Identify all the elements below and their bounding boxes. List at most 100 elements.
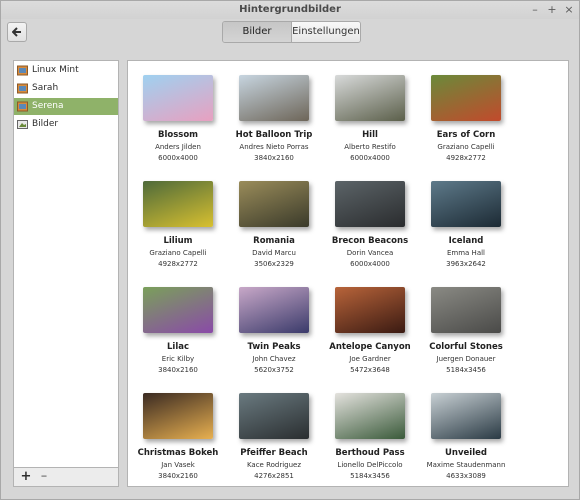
wallpaper-thumbnail[interactable] — [431, 75, 501, 121]
wallpaper-item[interactable]: Lilac Eric Kilby 3840x2160 — [130, 287, 226, 387]
wallpaper-name: Ears of Corn — [436, 130, 496, 140]
wallpaper-name: Lilium — [163, 236, 193, 246]
title-bar[interactable]: Hintergrundbilder – + × — [1, 1, 579, 19]
wallpaper-thumbnail[interactable] — [335, 181, 405, 227]
wallpaper-thumbnail[interactable] — [239, 393, 309, 439]
wallpaper-name: Hill — [362, 130, 378, 140]
wallpaper-resolution: 4928x2772 — [446, 154, 486, 162]
wallpaper-item[interactable]: Berthoud Pass Lionello DelPiccolo 5184x345… — [322, 393, 418, 493]
wallpaper-thumbnail[interactable] — [143, 181, 213, 227]
remove-folder-button[interactable]: – — [36, 469, 52, 485]
wallpaper-thumbnail[interactable] — [239, 75, 309, 121]
wallpaper-item[interactable]: Unveiled Maxime Staudenmann 4633x3089 — [418, 393, 514, 493]
wallpaper-author: David Marcu — [252, 249, 296, 257]
maximize-button[interactable]: + — [545, 3, 559, 17]
window-title: Hintergrundbilder — [239, 4, 341, 15]
wallpaper-name: Antelope Canyon — [329, 342, 411, 352]
sidebar-item[interactable]: Serena — [14, 98, 118, 115]
wallpaper-author: Dorin Vancea — [346, 249, 394, 257]
image-folder-icon — [17, 119, 28, 130]
arrow-left-icon — [12, 27, 21, 37]
wallpaper-item[interactable]: Colorful Stones Juergen Donauer 5184x3456 — [418, 287, 514, 387]
sidebar-item-label: Bilder — [32, 119, 59, 129]
wallpaper-name: Lilac — [166, 342, 190, 352]
wallpaper-thumbnail[interactable] — [143, 75, 213, 121]
folder-icon — [17, 83, 28, 94]
tab-einstellungen[interactable]: Einstellungen — [291, 22, 360, 42]
toolbar: Bilder Einstellungen — [1, 19, 579, 49]
wallpaper-author: Anders Jilden — [155, 143, 201, 151]
wallpaper-name: Romania — [253, 236, 295, 246]
back-button[interactable] — [7, 22, 27, 42]
wallpaper-item[interactable]: Twin Peaks John Chavez 5620x3752 — [226, 287, 322, 387]
wallpaper-resolution: 6000x4000 — [350, 260, 390, 268]
wallpaper-item[interactable]: Brecon Beacons Dorin Vancea 6000x4000 — [322, 181, 418, 281]
close-button[interactable]: × — [562, 3, 576, 17]
wallpaper-author: Joe Gardner — [349, 355, 391, 363]
wallpaper-name: Blossom — [157, 130, 199, 140]
wallpaper-name: Unveiled — [445, 448, 487, 458]
wallpaper-item[interactable]: Blossom Anders Jilden 6000x4000 — [130, 75, 226, 175]
wallpaper-thumbnail[interactable] — [431, 181, 501, 227]
wallpaper-item[interactable]: Hot Balloon Trip Andres Nieto Porras 3840x… — [226, 75, 322, 175]
wallpaper-author: John Chavez — [252, 355, 296, 363]
wallpaper-gallery: Blossom Anders Jilden 6000x4000 Hot Balloon… — [127, 60, 569, 487]
wallpaper-author: Alberto Restifo — [344, 143, 396, 151]
wallpaper-resolution: 3506x2329 — [254, 260, 294, 268]
collection-sidebar: Linux Mint Sarah Serena Bilder — [13, 60, 119, 487]
wallpaper-author: Eric Kilby — [161, 355, 195, 363]
minimize-button[interactable]: – — [528, 3, 542, 17]
wallpaper-item[interactable]: Ears of Corn Graziano Capelli 4928x2772 — [418, 75, 514, 175]
wallpaper-item[interactable]: Iceland Emma Hall 3963x2642 — [418, 181, 514, 281]
sidebar-item[interactable]: Linux Mint — [14, 62, 118, 79]
wallpaper-name: Hot Balloon Trip — [235, 130, 313, 140]
sidebar-item[interactable]: Bilder — [14, 116, 118, 133]
wallpaper-resolution: 3840x2160 — [254, 154, 294, 162]
wallpaper-author: Andres Nieto Porras — [239, 143, 309, 151]
sidebar-item-label: Serena — [32, 101, 64, 111]
wallpaper-author: Kace Rodriguez — [246, 461, 302, 469]
wallpaper-thumbnail[interactable] — [143, 287, 213, 333]
wallpaper-name: Berthoud Pass — [335, 448, 405, 458]
wallpaper-resolution: 5620x3752 — [254, 366, 294, 374]
sidebar-item-label: Sarah — [32, 83, 59, 93]
backgrounds-window: Hintergrundbilder – + × Bilder Einstellu… — [0, 0, 580, 500]
folder-icon — [17, 65, 28, 76]
wallpaper-item[interactable]: Romania David Marcu 3506x2329 — [226, 181, 322, 281]
wallpaper-name: Christmas Bokeh — [137, 448, 219, 458]
wallpaper-name: Brecon Beacons — [331, 236, 409, 246]
wallpaper-thumbnail[interactable] — [431, 393, 501, 439]
wallpaper-thumbnail[interactable] — [239, 181, 309, 227]
wallpaper-item[interactable]: Antelope Canyon Joe Gardner 5472x3648 — [322, 287, 418, 387]
sidebar-item[interactable]: Sarah — [14, 80, 118, 97]
wallpaper-item[interactable]: Pfeiffer Beach Kace Rodriguez 4276x2851 — [226, 393, 322, 493]
wallpaper-thumbnail[interactable] — [335, 393, 405, 439]
wallpaper-resolution: 4276x2851 — [254, 472, 294, 480]
wallpaper-resolution: 3840x2160 — [158, 472, 198, 480]
tab-bilder[interactable]: Bilder — [223, 22, 291, 42]
wallpaper-resolution: 3840x2160 — [158, 366, 198, 374]
wallpaper-thumbnail[interactable] — [335, 75, 405, 121]
sidebar-footer: + – — [13, 467, 119, 487]
view-switcher: Bilder Einstellungen — [222, 21, 361, 43]
folder-icon — [17, 101, 28, 112]
wallpaper-resolution: 5184x3456 — [350, 472, 390, 480]
wallpaper-resolution: 4928x2772 — [158, 260, 198, 268]
wallpaper-resolution: 6000x4000 — [158, 154, 198, 162]
wallpaper-name: Pfeiffer Beach — [240, 448, 308, 458]
wallpaper-thumbnail[interactable] — [143, 393, 213, 439]
wallpaper-thumbnail[interactable] — [335, 287, 405, 333]
wallpaper-item[interactable]: Christmas Bokeh Jan Vasek 3840x2160 — [130, 393, 226, 493]
wallpaper-thumbnail[interactable] — [239, 287, 309, 333]
wallpaper-name: Twin Peaks — [247, 342, 301, 352]
wallpaper-thumbnail[interactable] — [431, 287, 501, 333]
wallpaper-author: Graziano Capelli — [437, 143, 495, 151]
wallpaper-author: Emma Hall — [446, 249, 486, 257]
add-folder-button[interactable]: + — [18, 469, 34, 485]
wallpaper-resolution: 4633x3089 — [446, 472, 486, 480]
wallpaper-resolution: 5184x3456 — [446, 366, 486, 374]
wallpaper-author: Graziano Capelli — [149, 249, 207, 257]
wallpaper-name: Iceland — [448, 236, 484, 246]
wallpaper-item[interactable]: Lilium Graziano Capelli 4928x2772 — [130, 181, 226, 281]
wallpaper-item[interactable]: Hill Alberto Restifo 6000x4000 — [322, 75, 418, 175]
